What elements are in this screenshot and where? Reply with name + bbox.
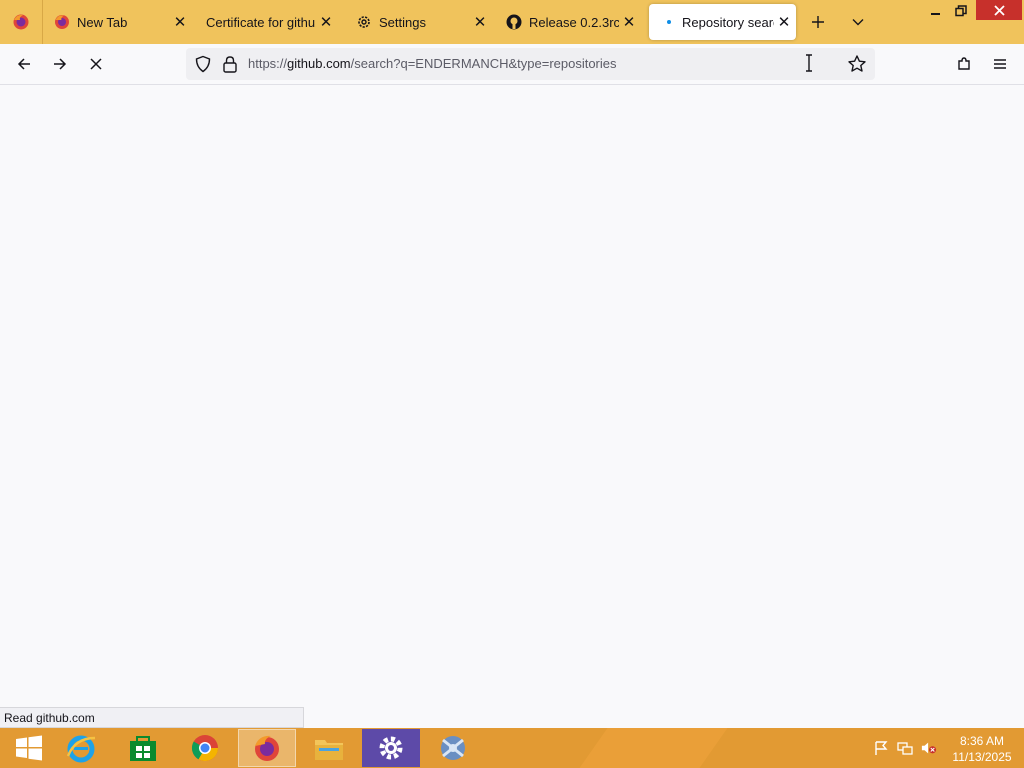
minimize-icon	[931, 13, 940, 15]
firefox-icon	[54, 14, 70, 30]
tab-label: Certificate for github.com	[206, 14, 316, 30]
tab-new-tab[interactable]: New Tab ✕	[54, 4, 190, 40]
clock-date: 11/13/2025	[952, 750, 1012, 764]
windows-logo-icon	[16, 735, 42, 761]
taskbar-store[interactable]	[114, 729, 172, 767]
taskbar-internet-explorer[interactable]	[52, 729, 110, 767]
internet-explorer-icon	[66, 735, 96, 763]
puzzle-piece-icon	[958, 57, 970, 70]
restore-button[interactable]	[944, 0, 978, 22]
close-icon[interactable]: ✕	[774, 12, 794, 32]
tab-release[interactable]: Release 0.2.3rc3 · ENDERMANCH ✕	[506, 4, 640, 40]
hamburger-menu-icon	[994, 59, 1006, 69]
list-all-tabs-button[interactable]	[844, 8, 872, 36]
network-tool-icon	[441, 736, 465, 760]
url-text[interactable]: https://github.com/search?q=ENDERMANCH&t…	[248, 56, 617, 71]
firefox-icon	[13, 14, 29, 30]
clock-time: 8:36 AM	[959, 734, 1005, 748]
bookmark-star-icon[interactable]	[847, 54, 867, 74]
taskbar-control-panel[interactable]	[362, 729, 420, 767]
plus-icon	[812, 16, 824, 28]
tab-label: Settings	[379, 14, 426, 30]
action-center-flag-icon[interactable]	[873, 740, 889, 756]
store-bag-icon	[130, 736, 156, 761]
taskbar-firefox[interactable]	[238, 729, 296, 767]
chrome-icon	[191, 735, 219, 762]
tab-label: Repository search results	[682, 14, 774, 30]
extensions-button[interactable]	[950, 50, 978, 78]
tab-strip: New Tab ✕ Certificate for github.com ✕ S…	[0, 0, 1024, 44]
window-close-button[interactable]	[976, 0, 1022, 20]
close-icon[interactable]: ✕	[170, 12, 190, 32]
url-host: github.com	[287, 56, 351, 71]
tab-separator	[42, 0, 43, 44]
url-prefix: https://	[248, 56, 288, 71]
page-content-area	[0, 85, 1024, 728]
tab-settings[interactable]: Settings ✕	[356, 4, 490, 40]
chevron-down-icon	[852, 19, 864, 26]
close-icon[interactable]: ✕	[316, 12, 336, 32]
forward-button[interactable]	[46, 50, 74, 78]
restore-icon	[955, 5, 967, 17]
loading-indicator-icon	[665, 14, 673, 30]
taskbar-network-tool[interactable]	[424, 729, 482, 767]
gear-icon	[356, 14, 372, 30]
lock-icon[interactable]	[222, 55, 238, 73]
stop-loading-button[interactable]	[82, 50, 110, 78]
taskbar-file-explorer[interactable]	[300, 729, 358, 767]
tab-label: New Tab	[77, 14, 128, 30]
text-cursor-icon	[806, 54, 812, 72]
tab-label: Release 0.2.3rc3 · ENDERMANCH	[529, 14, 619, 30]
github-icon	[506, 14, 522, 30]
close-icon[interactable]: ✕	[619, 12, 639, 32]
arrow-right-icon	[54, 58, 67, 70]
app-menu-button[interactable]	[986, 50, 1014, 78]
close-icon[interactable]: ✕	[470, 12, 490, 32]
new-tab-button[interactable]	[804, 8, 832, 36]
status-panel: Read github.com	[0, 707, 304, 728]
network-icon[interactable]	[897, 740, 913, 756]
url-path: /search?q=ENDERMANCH&type=repositories	[350, 56, 617, 71]
stop-icon	[90, 58, 102, 70]
firefox-icon	[255, 735, 279, 761]
taskbar-decoration	[558, 728, 742, 768]
tab-repository-search[interactable]: Repository search results ✕	[649, 4, 796, 40]
tracking-protection-shield-icon[interactable]	[194, 55, 212, 73]
arrow-left-icon	[17, 58, 30, 70]
volume-muted-icon[interactable]	[921, 740, 937, 756]
taskbar-chrome[interactable]	[176, 729, 234, 767]
folder-icon	[315, 740, 343, 760]
gear-icon	[379, 736, 403, 760]
navigation-toolbar: https://github.com/search?q=ENDERMANCH&t…	[0, 44, 1024, 85]
firefox-view-button[interactable]	[0, 0, 42, 44]
start-button[interactable]	[0, 729, 58, 767]
close-icon	[993, 4, 1005, 16]
address-bar[interactable]: https://github.com/search?q=ENDERMANCH&t…	[186, 48, 875, 80]
taskbar: 8:36 AM 11/13/2025	[0, 728, 1024, 768]
tab-certificate[interactable]: Certificate for github.com ✕	[206, 4, 338, 40]
system-clock[interactable]: 8:36 AM 11/13/2025	[944, 733, 1020, 765]
back-button[interactable]	[10, 50, 38, 78]
